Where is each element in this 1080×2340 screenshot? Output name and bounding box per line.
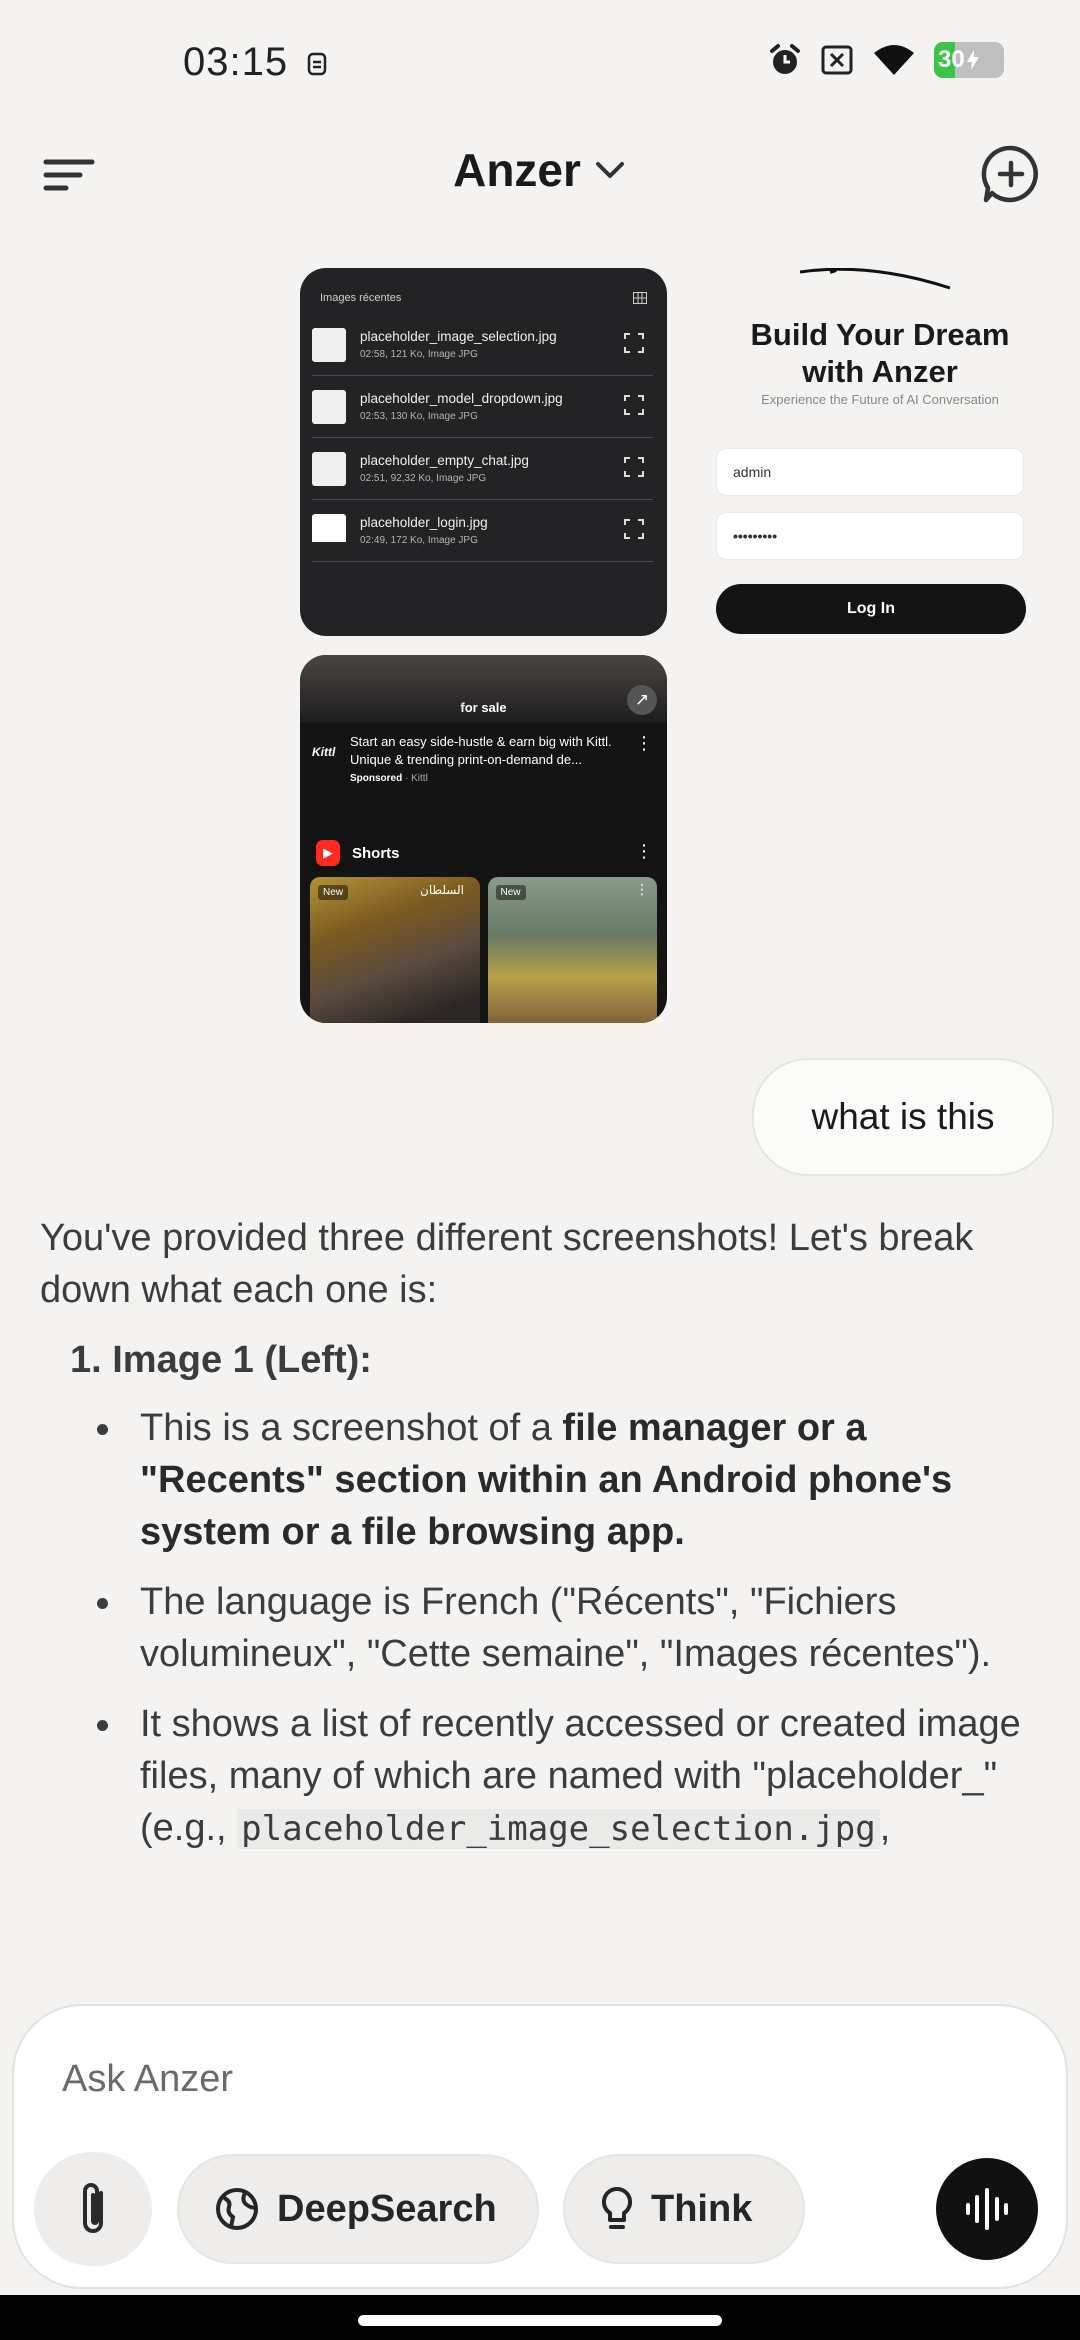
attachment-image-youtube[interactable]: for sale ↗ Kittl Start an easy side-hust… [300, 655, 667, 1023]
lightbulb-icon [601, 2186, 633, 2229]
message-input[interactable]: Ask Anzer [62, 2058, 233, 2101]
chevron-down-icon [595, 162, 624, 178]
paperclip-icon [83, 2183, 103, 2233]
username-field: admin [716, 448, 1024, 496]
yt-short-card: New السلطان [310, 877, 480, 1023]
status-time: 03:15 [183, 40, 328, 85]
deepsearch-button[interactable]: DeepSearch [177, 2154, 539, 2264]
shorts-label: Shorts [352, 844, 400, 862]
files-header-label: Images récentes [320, 292, 402, 304]
composer: Ask Anzer DeepSearch Think [12, 2004, 1068, 2289]
status-bar: 03:15 30 [0, 0, 1080, 125]
yt-ad-logo: Kittl [312, 745, 336, 759]
file-name: placeholder_image_selection.jpg [360, 329, 557, 344]
file-row: placeholder_login.jpg 02:49, 172 Ko, Ima… [312, 500, 653, 562]
file-meta: 02:53, 130 Ko, Image JPG [360, 411, 478, 422]
yt-ad-source: · Kittl [402, 773, 428, 784]
assistant-response: You've provided three different screensh… [40, 1212, 1040, 1873]
yt-short-card: New ⋮ [487, 877, 657, 1023]
attachment-image-files[interactable]: Images récentes placeholder_image_select… [300, 268, 667, 636]
yt-video-banner: for sale ↗ [300, 655, 667, 723]
file-row: placeholder_model_dropdown.jpg 02:53, 13… [312, 376, 653, 438]
more-vert-icon: ⋮ [635, 733, 653, 753]
new-chat-icon [981, 145, 1038, 203]
response-bullet: This is a screenshot of a file manager o… [97, 1402, 1040, 1558]
expand-icon [624, 395, 644, 415]
file-name: placeholder_model_dropdown.jpg [360, 391, 563, 406]
status-icons: 30 [768, 42, 1004, 78]
expand-icon [624, 457, 644, 477]
expand-icon [624, 333, 644, 353]
logo-swoosh [800, 268, 951, 290]
response-bullet: The language is French ("Récents", "Fich… [97, 1576, 1040, 1680]
deepsearch-label: DeepSearch [277, 2187, 497, 2230]
open-external-icon: ↗ [627, 685, 657, 715]
file-thumbnail [312, 451, 346, 486]
new-badge: New [495, 885, 526, 900]
login-button: Log In [716, 584, 1026, 634]
voice-mode-button[interactable] [936, 2158, 1038, 2260]
model-selector[interactable]: Anzer [0, 143, 1080, 197]
file-thumbnail [312, 513, 346, 548]
file-meta: 02:58, 121 Ko, Image JPG [360, 349, 478, 360]
no-sim-icon [821, 45, 853, 75]
charging-bolt-icon [966, 50, 979, 70]
file-row: placeholder_image_selection.jpg 02:58, 1… [312, 314, 653, 376]
grid-view-icon [633, 292, 647, 304]
globe-icon [216, 2188, 258, 2230]
battery-charging-icon: 30 [934, 42, 1004, 78]
new-chat-button[interactable] [980, 143, 1042, 205]
more-vert-icon: ⋮ [635, 881, 649, 897]
system-nav-bar [0, 2295, 1080, 2340]
shorts-icon: ▶ [316, 840, 340, 866]
alarm-icon [770, 44, 800, 74]
file-row: placeholder_empty_chat.jpg 02:51, 92,32 … [312, 438, 653, 500]
inline-code: placeholder_image_selection.jpg [237, 1809, 880, 1849]
file-name: placeholder_login.jpg [360, 515, 488, 530]
home-gesture-handle[interactable] [358, 2315, 722, 2326]
response-bullets: This is a screenshot of a file manager o… [40, 1402, 1040, 1855]
user-message: what is this [752, 1058, 1054, 1176]
login-title-line2: with Anzer [802, 354, 958, 389]
expand-icon [624, 519, 644, 539]
login-title: Build Your Dream with Anzer [700, 316, 1060, 390]
more-vert-icon: ⋮ [635, 841, 653, 861]
file-thumbnail [312, 327, 346, 362]
voice-waveform-icon [966, 2188, 1008, 2230]
file-thumbnail [312, 389, 346, 424]
file-meta: 02:49, 172 Ko, Image JPG [360, 535, 478, 546]
yt-sponsored: Sponsored [350, 773, 403, 784]
response-bullet: It shows a list of recently accessed or … [97, 1698, 1040, 1855]
yt-banner-text: for sale [460, 700, 507, 715]
yt-ad-sub: Sponsored · Kittl [350, 773, 643, 784]
yt-shorts-cards: New السلطان New ⋮ [300, 877, 667, 1023]
attachment-image-login[interactable]: Build Your Dream with Anzer Experience t… [700, 268, 1060, 636]
login-title-line1: Build Your Dream [750, 317, 1010, 352]
attach-button[interactable] [34, 2152, 152, 2266]
yt-card-text: السلطان [420, 883, 464, 897]
app-title: Anzer [453, 144, 581, 196]
file-name: placeholder_empty_chat.jpg [360, 453, 529, 468]
yt-ad: Kittl Start an easy side-hustle & earn b… [300, 723, 667, 833]
password-field: ••••••••• [716, 512, 1024, 560]
battery-text: 30 [938, 46, 965, 73]
wifi-icon [874, 45, 914, 75]
login-subtitle: Experience the Future of AI Conversation [761, 392, 999, 407]
response-intro: You've provided three different screensh… [40, 1217, 974, 1311]
bullet-text: , [879, 1807, 891, 1849]
response-item-title: 1. Image 1 (Left): [70, 1339, 372, 1381]
file-meta: 02:51, 92,32 Ko, Image JPG [360, 473, 487, 484]
yt-ad-title: Start an easy side-hustle & earn big wit… [350, 734, 612, 767]
think-label: Think [651, 2187, 753, 2230]
yt-shorts-header: ▶ Shorts ⋮ [300, 833, 667, 873]
status-face-icon [307, 53, 327, 76]
new-badge: New [318, 885, 349, 900]
files-header: Images récentes [300, 268, 667, 314]
think-button[interactable]: Think [563, 2154, 805, 2264]
app-header: Anzer [0, 125, 1080, 225]
bullet-text: This is a screenshot of a [140, 1407, 563, 1449]
